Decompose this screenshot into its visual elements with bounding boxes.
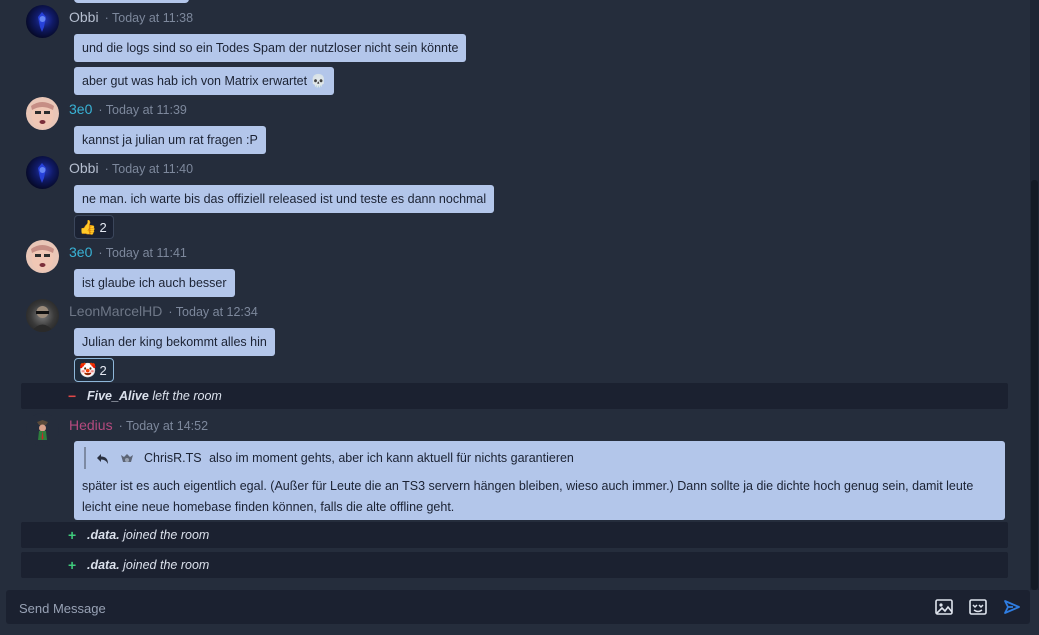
quoted-text: also im moment gehts, aber ich kann aktu… — [209, 451, 574, 465]
message-composer — [6, 590, 1030, 624]
reaction-count: 2 — [99, 363, 107, 378]
scrollbar[interactable] — [1030, 0, 1039, 590]
event-action: joined the room — [123, 558, 210, 572]
message-timeline[interactable]: Obbi Today at 11:38 und die logs sind so … — [0, 0, 1030, 590]
message-timestamp[interactable]: Today at 11:41 — [98, 246, 187, 260]
avatar[interactable] — [26, 413, 59, 446]
avatar[interactable] — [26, 156, 59, 189]
reply-arrow-icon — [97, 453, 108, 464]
message-bubble[interactable]: kannst ja julian um rat fragen :P — [74, 126, 266, 154]
event-text: Five_Alive left the room — [87, 383, 222, 409]
sender-name[interactable]: Obbi — [69, 160, 99, 176]
sticker-icon[interactable] — [968, 597, 988, 617]
clown-icon: 🤡 — [79, 362, 97, 378]
message-bubble[interactable]: aber gut was hab ich von Matrix erwartet… — [74, 67, 335, 95]
event-action: left the room — [152, 389, 222, 403]
sender-name[interactable]: LeonMarcelHD — [69, 303, 162, 319]
event-action: joined the room — [123, 528, 210, 542]
membership-event: − Five_Alive left the room — [21, 383, 1008, 409]
event-text: .data. joined the room — [87, 522, 209, 548]
bottom-strip — [0, 624, 1039, 635]
thumbs-up-icon: 👍 — [79, 219, 97, 235]
message-header: Obbi Today at 11:38 — [69, 9, 193, 26]
sender-name[interactable]: 3e0 — [69, 101, 92, 117]
leave-icon: − — [68, 388, 77, 404]
message-header: LeonMarcelHD Today at 12:34 — [69, 303, 258, 320]
avatar[interactable] — [26, 240, 59, 273]
avatar[interactable] — [26, 5, 59, 38]
avatar[interactable] — [26, 97, 59, 130]
event-user[interactable]: .data. — [87, 558, 120, 572]
image-icon[interactable] — [934, 597, 954, 617]
message-timestamp[interactable]: Today at 12:34 — [168, 305, 257, 319]
event-user[interactable]: .data. — [87, 528, 120, 542]
membership-event: + .data. joined the room — [21, 552, 1008, 578]
avatar-image — [38, 163, 46, 183]
message-bubble[interactable]: Julian der king bekommt alles hin — [74, 328, 275, 356]
message-header: Hedius Today at 14:52 — [69, 417, 208, 434]
event-text: .data. joined the room — [87, 552, 209, 578]
avatar-image — [31, 102, 54, 128]
message-input[interactable] — [17, 598, 901, 618]
join-icon: + — [68, 557, 77, 573]
message-header: 3e0 Today at 11:39 — [69, 101, 187, 118]
quoted-user[interactable]: ChrisR.TS — [144, 451, 202, 465]
quoted-user-avatar — [121, 453, 134, 462]
membership-event: + .data. joined the room — [21, 522, 1008, 548]
reaction-chip[interactable]: 🤡 2 — [74, 358, 114, 382]
send-icon[interactable] — [1002, 597, 1022, 617]
sender-name[interactable]: 3e0 — [69, 244, 92, 260]
join-icon: + — [68, 527, 77, 543]
reply-message-bubble[interactable]: ChrisR.TS also im moment gehts, aber ich… — [74, 441, 1005, 520]
reaction-chip[interactable]: 👍 2 — [74, 215, 114, 239]
reply-quote[interactable]: ChrisR.TS also im moment gehts, aber ich… — [84, 447, 995, 469]
message-bubble[interactable]: und die logs sind so ein Todes Spam der … — [74, 34, 467, 62]
message-bubble[interactable]: ne man. ich warte bis das offiziell rele… — [74, 185, 495, 213]
event-user[interactable]: Five_Alive — [87, 389, 149, 403]
scrollbar-thumb[interactable] — [1031, 180, 1038, 590]
reaction-count: 2 — [99, 220, 107, 235]
message-timestamp[interactable]: Today at 11:38 — [105, 11, 194, 25]
message-header: Obbi Today at 11:40 — [69, 160, 193, 177]
avatar-image — [31, 245, 54, 271]
reply-body-text: später ist es auch eigentlich egal. (Auß… — [82, 479, 974, 514]
message-timestamp[interactable]: Today at 11:39 — [98, 103, 187, 117]
message-bubble[interactable]: ist glaube ich auch besser — [74, 269, 235, 297]
avatar-image — [38, 12, 46, 32]
avatar-image — [37, 420, 48, 440]
avatar-image — [31, 306, 54, 332]
message-header: 3e0 Today at 11:41 — [69, 244, 187, 261]
avatar[interactable] — [26, 299, 59, 332]
message-timestamp[interactable]: Today at 11:40 — [105, 162, 194, 176]
sender-name[interactable]: Hedius — [69, 417, 113, 433]
message-timestamp[interactable]: Today at 14:52 — [119, 419, 208, 433]
sender-name[interactable]: Obbi — [69, 9, 99, 25]
message-bubble-partial[interactable] — [74, 0, 189, 3]
